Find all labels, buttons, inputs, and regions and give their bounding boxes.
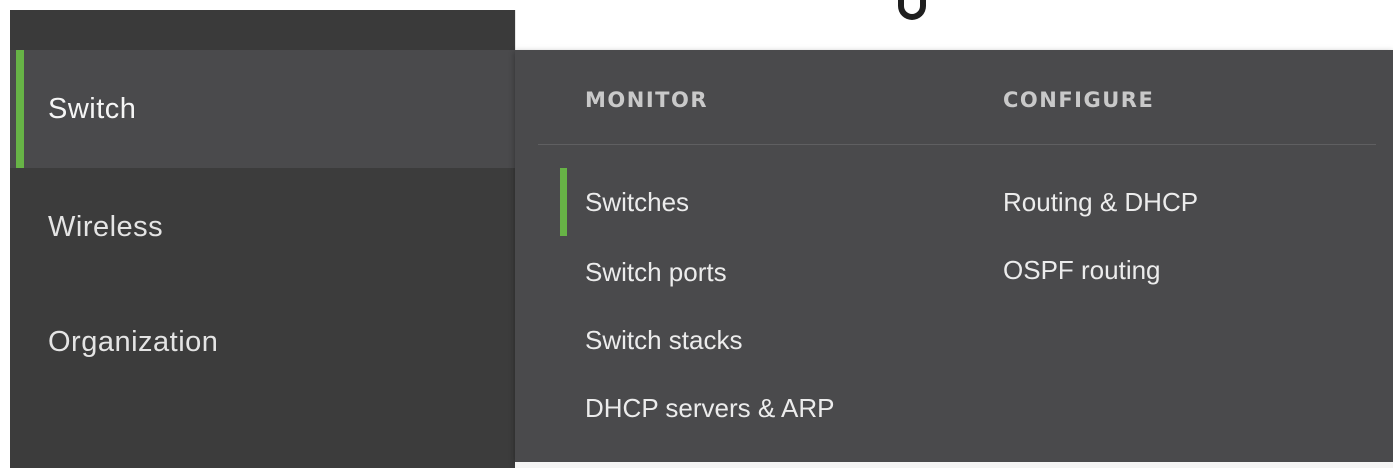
- configure-heading: CONFIGURE: [1003, 88, 1155, 112]
- content-bottom-strip: [515, 462, 1393, 468]
- sidebar-item-label: Wireless: [48, 210, 164, 243]
- sidebar-item-organization[interactable]: Organization: [10, 283, 515, 401]
- menu-link-ospf-routing[interactable]: OSPF routing: [1003, 254, 1161, 286]
- partial-logo-glyph: [898, 0, 926, 20]
- sidebar-item-wireless[interactable]: Wireless: [10, 168, 515, 286]
- menu-link-switches[interactable]: Switches: [585, 186, 689, 218]
- top-strip: [0, 0, 1393, 10]
- sidebar-item-switch[interactable]: Switch: [10, 50, 515, 168]
- menu-link-dhcp-servers-arp[interactable]: DHCP servers & ARP: [585, 392, 834, 424]
- sidebar-item-label: Switch: [48, 92, 137, 125]
- sidebar-item-label: Organization: [48, 325, 219, 358]
- menu-link-switch-ports[interactable]: Switch ports: [585, 256, 727, 288]
- active-indicator: [16, 50, 24, 168]
- header-divider: [538, 144, 1376, 145]
- main-content-behind: [515, 0, 1393, 50]
- page: Switch Wireless Organization MONITOR CON…: [0, 0, 1393, 468]
- menu-link-routing-dhcp[interactable]: Routing & DHCP: [1003, 186, 1198, 218]
- switch-flyout-menu: MONITOR CONFIGURE Switches Switch ports …: [515, 50, 1393, 462]
- monitor-heading: MONITOR: [585, 88, 708, 112]
- sidebar-nav: Switch Wireless Organization: [10, 10, 515, 468]
- menu-link-switch-stacks[interactable]: Switch stacks: [585, 324, 743, 356]
- selected-indicator: [560, 168, 567, 236]
- sidebar-top-block: [10, 10, 515, 50]
